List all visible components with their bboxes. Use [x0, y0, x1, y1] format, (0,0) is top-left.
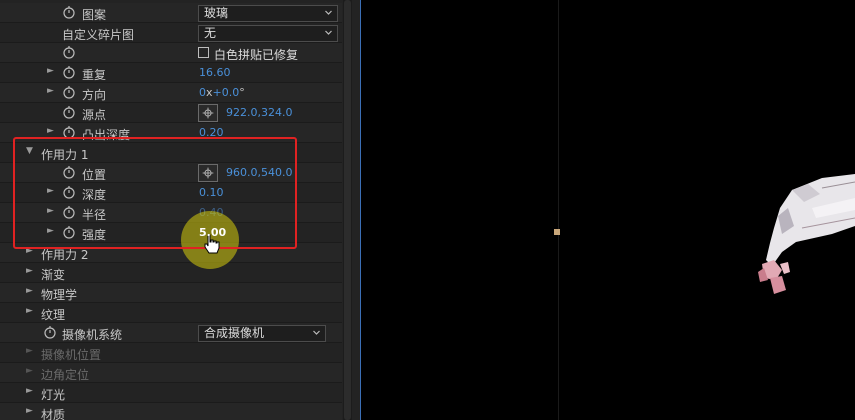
prop-row-camera-system[interactable]: 摄像机系统 合成摄像机 [0, 323, 342, 343]
triangle-right-icon[interactable]: ► [26, 286, 33, 296]
group-label: 物理学 [41, 288, 78, 302]
pattern-dropdown[interactable]: 玻璃 [198, 5, 338, 22]
group-corner-pins[interactable]: ► 边角定位 [0, 363, 342, 383]
group-camera-position[interactable]: ► 摄像机位置 [0, 343, 342, 363]
effect-controls-panel: 图案 玻璃 自定义碎片图 无 白色拼贴已修复 ► 重复 16.60 ► 方向 0… [0, 0, 361, 420]
degree-sign: ° [239, 86, 245, 99]
chevron-down-icon [313, 330, 320, 335]
layer-anchor-handle[interactable] [554, 229, 560, 235]
chevron-down-icon [325, 30, 332, 35]
triangle-right-icon[interactable]: ► [26, 366, 33, 376]
direction-value[interactable]: 0x+0.0° [199, 86, 245, 99]
origin-value[interactable]: 922.0,324.0 [226, 106, 292, 119]
shattered-layer-render [758, 174, 855, 294]
stopwatch-icon[interactable] [62, 65, 76, 79]
direction-revolutions: 0 [199, 86, 206, 99]
group-label: 材质 [41, 408, 66, 420]
prop-row-direction[interactable]: ► 方向 0x+0.0° [0, 83, 342, 103]
prop-row-origin[interactable]: 源点 922.0,324.0 [0, 103, 342, 123]
group-label: 渐变 [41, 268, 66, 282]
repetitions-value[interactable]: 16.60 [199, 66, 231, 79]
group-gradient[interactable]: ► 渐变 [0, 263, 342, 283]
triangle-right-icon[interactable]: ► [47, 86, 54, 96]
prop-label: 重复 [82, 68, 107, 82]
triangle-right-icon[interactable]: ► [47, 66, 54, 76]
prop-row-pattern[interactable]: 图案 玻璃 [0, 3, 342, 23]
group-label: 摄像机位置 [41, 348, 102, 362]
checkbox-label: 白色拼贴已修复 [214, 48, 299, 62]
stopwatch-icon[interactable] [62, 85, 76, 99]
prop-label: 摄像机系统 [62, 328, 123, 342]
white-tiles-checkbox[interactable] [198, 47, 209, 58]
group-label: 灯光 [41, 388, 66, 402]
group-textures[interactable]: ► 纹理 [0, 303, 342, 323]
prop-row-custom-shatter-map[interactable]: 自定义碎片图 无 [0, 23, 342, 43]
group-label: 边角定位 [41, 368, 90, 382]
stopwatch-icon[interactable] [43, 325, 57, 339]
prop-label: 方向 [82, 88, 107, 102]
group-material[interactable]: ► 材质 [0, 403, 342, 420]
triangle-right-icon[interactable]: ► [26, 306, 33, 316]
scrollbar-thumb[interactable] [344, 0, 351, 420]
direction-degrees: +0.0 [212, 86, 240, 99]
triangle-right-icon[interactable]: ► [26, 346, 33, 356]
prop-row-white-tiles-fixed[interactable]: 白色拼贴已修复 [0, 43, 342, 63]
triangle-right-icon[interactable]: ► [47, 126, 54, 136]
strength-value[interactable]: 5.00 [199, 226, 226, 239]
triangle-right-icon[interactable]: ► [26, 406, 33, 416]
dropdown-value: 合成摄像机 [204, 326, 265, 340]
annotation-highlight-box [13, 137, 297, 249]
stopwatch-icon[interactable] [62, 5, 76, 19]
panel-scrollbar[interactable] [343, 0, 352, 420]
group-physics[interactable]: ► 物理学 [0, 283, 342, 303]
camera-system-dropdown[interactable]: 合成摄像机 [198, 325, 326, 342]
prop-label: 自定义碎片图 [62, 28, 135, 42]
stopwatch-icon[interactable] [62, 45, 76, 59]
crosshair-icon[interactable] [198, 104, 218, 122]
prop-row-repetitions[interactable]: ► 重复 16.60 [0, 63, 342, 83]
group-lighting[interactable]: ► 灯光 [0, 383, 342, 403]
dropdown-value: 玻璃 [204, 6, 229, 20]
chevron-down-icon [325, 10, 332, 15]
triangle-right-icon[interactable]: ► [26, 266, 33, 276]
custom-map-dropdown[interactable]: 无 [198, 25, 338, 42]
prop-label: 图案 [82, 8, 107, 22]
group-label: 纹理 [41, 308, 66, 322]
prop-label: 源点 [82, 108, 107, 122]
dropdown-value: 无 [204, 26, 217, 40]
triangle-right-icon[interactable]: ► [26, 386, 33, 396]
stopwatch-icon[interactable] [62, 105, 76, 119]
